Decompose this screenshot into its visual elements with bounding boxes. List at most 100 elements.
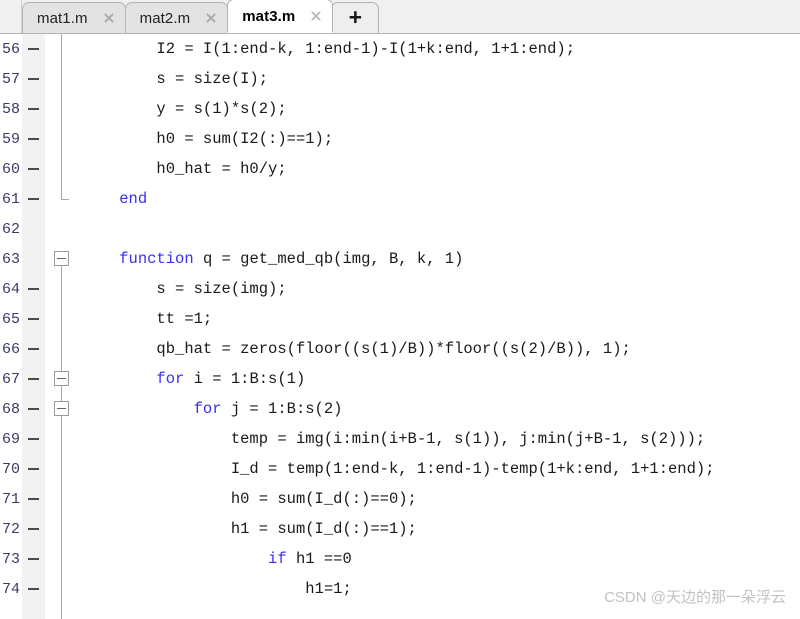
code-line[interactable]	[78, 214, 800, 244]
dash-icon	[28, 138, 39, 140]
code-text: j = 1:B:s(2)	[221, 400, 343, 418]
executable-line-marker[interactable]	[22, 138, 45, 140]
code-line[interactable]: h1=1;	[78, 574, 800, 604]
executable-line-marker[interactable]	[22, 378, 45, 380]
fold-collapse-icon[interactable]	[54, 401, 69, 416]
executable-line-marker[interactable]	[22, 438, 45, 440]
executable-line-marker[interactable]	[22, 318, 45, 320]
code-line[interactable]: tt =1;	[78, 304, 800, 334]
tab-mat2-m[interactable]: mat2.m	[124, 2, 229, 33]
line-number: 61	[1, 190, 20, 208]
code-text: y = s(1)*s(2);	[156, 100, 287, 118]
code-text: h1 ==0	[286, 550, 352, 568]
line-number: 69	[1, 430, 20, 448]
code-text-area[interactable]: I2 = I(1:end-k, 1:end-1)-I(1+k:end, 1+1:…	[78, 34, 800, 619]
tab-mat1-m[interactable]: mat1.m	[22, 2, 126, 33]
executable-line-marker[interactable]	[22, 348, 45, 350]
executable-line-marker[interactable]	[22, 108, 45, 110]
code-folding-gutter[interactable]	[45, 34, 78, 619]
code-line[interactable]: qb_hat = zeros(floor((s(1)/B))*floor((s(…	[78, 334, 800, 364]
line-number: 57	[1, 70, 20, 88]
code-text: s = size(I);	[156, 70, 269, 88]
executable-line-marker[interactable]	[22, 588, 45, 590]
new-tab-button[interactable]: +	[331, 2, 380, 33]
code-keyword: function	[119, 250, 194, 268]
tab-label: mat3.m	[242, 7, 296, 25]
code-line[interactable]: end	[78, 184, 800, 214]
dash-icon	[28, 588, 39, 590]
executable-line-marker[interactable]	[22, 528, 45, 530]
code-line[interactable]: I2 = I(1:end-k, 1:end-1)-I(1+k:end, 1+1:…	[78, 34, 800, 64]
code-lines: I2 = I(1:end-k, 1:end-1)-I(1+k:end, 1+1:…	[78, 34, 800, 604]
line-number-row: 72	[0, 514, 45, 544]
dash-icon	[28, 318, 39, 320]
fold-collapse-icon[interactable]	[54, 251, 69, 266]
line-number-row: 71	[0, 484, 45, 514]
line-number-row: 66	[0, 334, 45, 364]
code-line[interactable]: I_d = temp(1:end-k, 1:end-1)-temp(1+k:en…	[78, 454, 800, 484]
code-text: h0 = sum(I2(:)==1);	[156, 130, 334, 148]
tab-bar: mat1.m mat2.m mat3.m +	[0, 0, 800, 34]
tab-label: mat2.m	[139, 9, 191, 27]
line-number-gutter: 56 57 58 59 60 61 62 63 64 65 66 67 68 69 70 71 72 73 74	[0, 34, 45, 619]
code-line[interactable]: for j = 1:B:s(2)	[78, 394, 800, 424]
line-number-row: 63	[0, 244, 45, 274]
code-line[interactable]: if h1 ==0	[78, 544, 800, 574]
dash-icon	[28, 168, 39, 170]
line-number-row: 65	[0, 304, 45, 334]
code-text: h1=1;	[305, 580, 352, 598]
executable-line-marker[interactable]	[22, 48, 45, 50]
code-line[interactable]: y = s(1)*s(2);	[78, 94, 800, 124]
line-number: 70	[1, 460, 20, 478]
fold-guide-foot	[61, 199, 69, 200]
dash-icon	[28, 408, 39, 410]
code-line[interactable]: function q = get_med_qb(img, B, k, 1)	[78, 244, 800, 274]
executable-line-marker[interactable]	[22, 168, 45, 170]
executable-line-marker[interactable]	[22, 468, 45, 470]
executable-line-marker[interactable]	[22, 558, 45, 560]
code-text: h1 = sum(I_d(:)==1);	[230, 520, 417, 538]
dash-icon	[28, 468, 39, 470]
line-number-row: 57	[0, 64, 45, 94]
line-number: 72	[1, 520, 20, 538]
code-line[interactable]: h1 = sum(I_d(:)==1);	[78, 514, 800, 544]
executable-line-marker[interactable]	[22, 198, 45, 200]
executable-line-marker[interactable]	[22, 78, 45, 80]
close-icon[interactable]	[102, 11, 116, 25]
dash-icon	[28, 288, 39, 290]
executable-line-marker[interactable]	[22, 288, 45, 290]
tab-mat3-m[interactable]: mat3.m	[227, 0, 334, 33]
line-number-row: 61	[0, 184, 45, 214]
line-number: 67	[1, 370, 20, 388]
dash-icon	[28, 438, 39, 440]
close-icon[interactable]	[204, 11, 218, 25]
code-keyword: if	[268, 550, 287, 568]
code-line[interactable]: h0_hat = h0/y;	[78, 154, 800, 184]
line-number: 63	[1, 250, 20, 268]
line-number-row: 74	[0, 574, 45, 604]
executable-line-marker[interactable]	[22, 408, 45, 410]
line-number: 60	[1, 160, 20, 178]
line-number-row: 69	[0, 424, 45, 454]
line-number: 58	[1, 100, 20, 118]
fold-collapse-icon[interactable]	[54, 371, 69, 386]
executable-line-marker[interactable]	[22, 498, 45, 500]
code-line[interactable]: h0 = sum(I2(:)==1);	[78, 124, 800, 154]
line-number: 73	[1, 550, 20, 568]
close-icon[interactable]	[309, 9, 323, 23]
code-line[interactable]: for i = 1:B:s(1)	[78, 364, 800, 394]
code-line[interactable]: temp = img(i:min(i+B-1, s(1)), j:min(j+B…	[78, 424, 800, 454]
code-editor[interactable]: 56 57 58 59 60 61 62 63 64 65 66 67 68 69 70 71 72 73 74 I…	[0, 34, 800, 619]
code-line[interactable]: s = size(img);	[78, 274, 800, 304]
code-line[interactable]: s = size(I);	[78, 64, 800, 94]
line-number-row: 58	[0, 94, 45, 124]
dash-icon	[28, 78, 39, 80]
code-line[interactable]: h0 = sum(I_d(:)==0);	[78, 484, 800, 514]
